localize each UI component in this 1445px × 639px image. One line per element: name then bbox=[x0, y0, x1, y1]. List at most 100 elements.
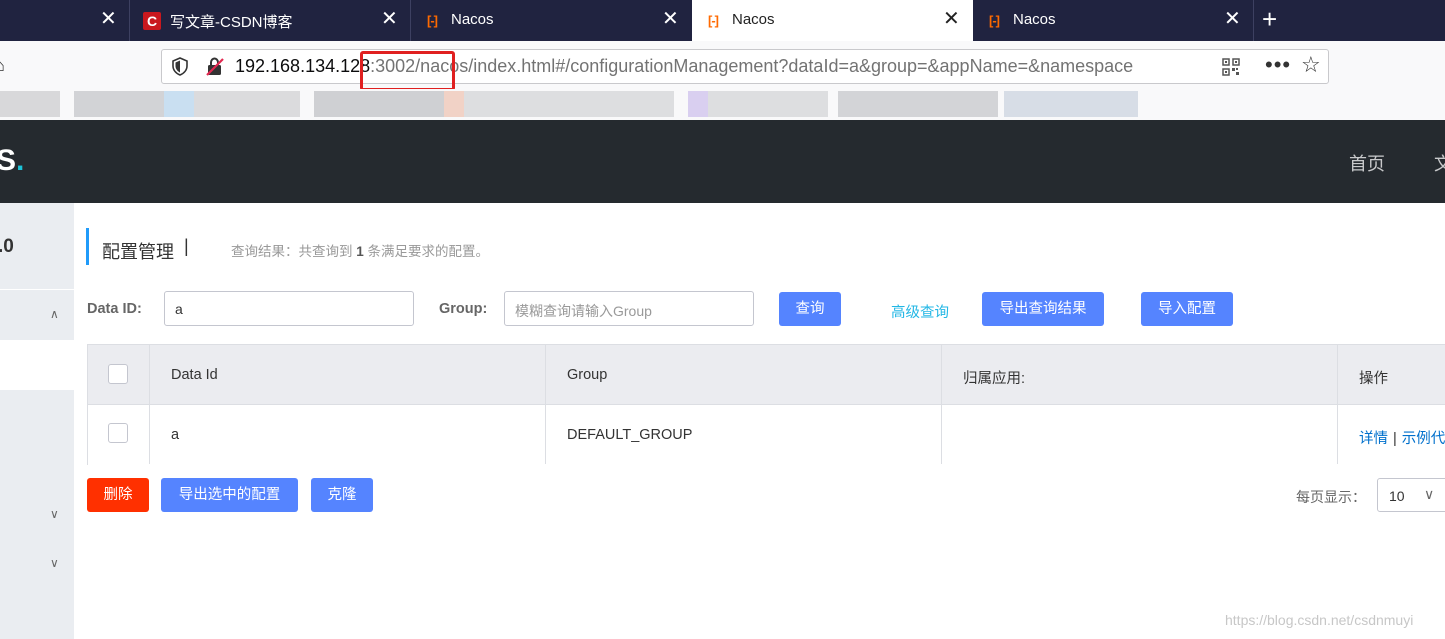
blurred-bookmark bbox=[164, 91, 194, 117]
select-all-checkbox[interactable] bbox=[108, 364, 128, 384]
browser-tab-strip: ✕ C 写文章-CSDN博客 ✕ [-] Nacos ✕ [-] Nacos ✕… bbox=[0, 0, 1445, 41]
nacos-icon: [-] bbox=[427, 13, 438, 28]
chevron-down-icon[interactable]: ∨ bbox=[50, 507, 59, 521]
column-header-app[interactable]: 归属应用: bbox=[963, 367, 1025, 388]
browser-tab-nacos-active[interactable]: [-] Nacos ✕ bbox=[692, 0, 973, 41]
port-highlight-annotation bbox=[360, 51, 455, 91]
tab-title: 写文章-CSDN博客 bbox=[170, 14, 293, 31]
column-header-actions: 操作 bbox=[1359, 371, 1388, 387]
page-header: 配置管理 | 查询结果：共查询到 1 条满足要求的配置。 bbox=[86, 228, 489, 265]
url-path: :3002/nacos/index.html#/configurationMan… bbox=[370, 56, 1134, 76]
column-divider bbox=[1337, 345, 1338, 464]
shield-icon[interactable] bbox=[172, 57, 188, 76]
title-separator: | bbox=[184, 236, 189, 256]
cell-data-id: a bbox=[171, 427, 180, 443]
query-result-prefix: 查询结果：共查询到 bbox=[231, 244, 353, 259]
nacos-icon: [-] bbox=[708, 13, 719, 28]
blurred-bookmark bbox=[0, 91, 60, 117]
table-row: a DEFAULT_GROUP 详情 | 示例代 bbox=[88, 405, 1445, 465]
nav-home[interactable]: 首页 bbox=[1349, 150, 1385, 176]
app-header: S. 首页 文 bbox=[0, 120, 1445, 203]
query-result-summary: 查询结果：共查询到 1 条满足要求的配置。 bbox=[231, 240, 489, 260]
config-table: Data Id Group 归属应用: 操作 a DEFAULT_GROUP 详… bbox=[87, 344, 1445, 465]
data-id-input[interactable]: a bbox=[164, 291, 414, 326]
group-label: Group: bbox=[439, 301, 488, 317]
column-header-data-id[interactable]: Data Id bbox=[171, 367, 218, 383]
query-result-suffix: 条满足要求的配置。 bbox=[367, 244, 490, 259]
chevron-down-icon[interactable]: ∨ bbox=[50, 556, 59, 570]
new-tab-icon[interactable]: + bbox=[1262, 6, 1277, 32]
tab-title: Nacos bbox=[1013, 11, 1056, 28]
clone-button[interactable]: 克隆 bbox=[311, 478, 373, 512]
page-size-label: 每页显示： bbox=[1296, 489, 1366, 505]
search-button[interactable]: 查询 bbox=[779, 292, 841, 326]
cell-group: DEFAULT_GROUP bbox=[567, 427, 693, 443]
insecure-lock-icon[interactable] bbox=[206, 57, 224, 76]
tab-separator bbox=[1253, 0, 1254, 41]
browser-tab-1[interactable]: ✕ bbox=[0, 0, 130, 41]
browser-tab-nacos-3[interactable]: [-] Nacos ✕ bbox=[973, 0, 1254, 41]
column-divider bbox=[149, 345, 150, 464]
import-config-button[interactable]: 导入配置 bbox=[1141, 292, 1233, 326]
tab-title: Nacos bbox=[451, 11, 494, 28]
logo-text: S bbox=[0, 144, 17, 177]
close-tab-icon[interactable]: ✕ bbox=[1224, 9, 1241, 29]
action-separator: | bbox=[1393, 431, 1397, 447]
chevron-down-icon: ∨ bbox=[1424, 486, 1435, 502]
blurred-bookmark bbox=[708, 91, 828, 117]
sidebar: .0 ∧ ∨ ∨ bbox=[0, 203, 74, 639]
watermark: https://blog.csdn.net/csdnmuyi bbox=[1225, 612, 1414, 628]
row-checkbox[interactable] bbox=[108, 423, 128, 443]
sample-code-link[interactable]: 示例代 bbox=[1402, 431, 1445, 447]
blurred-bookmark bbox=[1004, 91, 1138, 117]
sidebar-version: .0 bbox=[0, 236, 14, 257]
sidebar-divider bbox=[0, 289, 74, 290]
nacos-icon: [-] bbox=[989, 13, 1000, 28]
delete-button[interactable]: 删除 bbox=[87, 478, 149, 512]
browser-tab-csdn[interactable]: C 写文章-CSDN博客 ✕ bbox=[130, 0, 411, 41]
bookmarks-bar-blurred bbox=[0, 89, 1445, 120]
column-header-group[interactable]: Group bbox=[567, 367, 607, 383]
logo-dot: . bbox=[16, 144, 25, 177]
qr-code-icon[interactable] bbox=[1222, 58, 1240, 76]
browser-tab-nacos-1[interactable]: [-] Nacos ✕ bbox=[411, 0, 692, 41]
sidebar-item-active[interactable] bbox=[0, 340, 74, 390]
page-size-value: 10 bbox=[1389, 488, 1405, 504]
query-result-count: 1 bbox=[356, 244, 364, 259]
blurred-bookmark bbox=[314, 91, 444, 117]
close-tab-icon[interactable]: ✕ bbox=[381, 9, 398, 29]
cell-actions: 详情 | 示例代 bbox=[1359, 427, 1445, 448]
url-fade bbox=[1142, 52, 1182, 82]
nacos-logo[interactable]: S. bbox=[0, 144, 24, 178]
chevron-up-icon[interactable]: ∧ bbox=[50, 307, 59, 321]
blurred-bookmark bbox=[74, 91, 164, 117]
browser-toolbar: ⌂ 192.168.134.128:3002/nacos/index.html#… bbox=[0, 41, 1445, 91]
url-host: 192.168.134.128 bbox=[235, 56, 371, 76]
nav-docs[interactable]: 文 bbox=[1434, 150, 1445, 176]
advanced-search-link[interactable]: 高级查询 bbox=[891, 301, 949, 322]
column-divider bbox=[545, 345, 546, 464]
csdn-icon: C bbox=[143, 12, 161, 30]
blurred-bookmark bbox=[838, 91, 998, 117]
blurred-bookmark bbox=[194, 91, 300, 117]
table-header: Data Id Group 归属应用: 操作 bbox=[88, 345, 1445, 405]
bookmark-star-icon[interactable]: ☆ bbox=[1301, 52, 1321, 78]
more-actions-icon[interactable]: ••• bbox=[1265, 52, 1291, 78]
export-results-button[interactable]: 导出查询结果 bbox=[982, 292, 1104, 326]
home-icon[interactable]: ⌂ bbox=[0, 55, 5, 76]
column-divider bbox=[941, 345, 942, 464]
close-tab-icon[interactable]: ✕ bbox=[943, 9, 960, 29]
url-bar[interactable]: 192.168.134.128:3002/nacos/index.html#/c… bbox=[161, 49, 1329, 91]
blurred-bookmark bbox=[464, 91, 674, 117]
page-size-select[interactable]: 10 ∨ bbox=[1377, 478, 1445, 512]
page-title: 配置管理 bbox=[102, 242, 174, 262]
data-id-label: Data ID: bbox=[87, 301, 142, 317]
blurred-bookmark bbox=[444, 91, 464, 117]
blurred-bookmark bbox=[688, 91, 708, 117]
export-selected-button[interactable]: 导出选中的配置 bbox=[161, 478, 298, 512]
close-tab-icon[interactable]: ✕ bbox=[662, 9, 679, 29]
group-input[interactable]: 模糊查询请输入Group bbox=[504, 291, 754, 326]
close-tab-icon[interactable]: ✕ bbox=[100, 9, 117, 29]
tab-title: Nacos bbox=[732, 11, 775, 28]
details-link[interactable]: 详情 bbox=[1359, 431, 1388, 447]
